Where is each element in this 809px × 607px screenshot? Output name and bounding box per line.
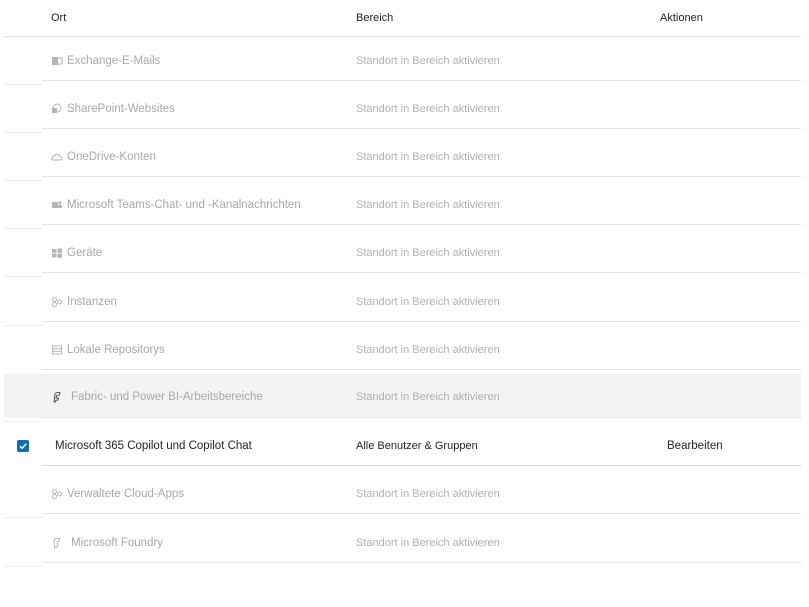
table-row[interactable]: Exchange-E-Mails Standort in Bereich akt… [4, 41, 801, 81]
column-header-scope[interactable]: Bereich [356, 12, 393, 24]
location-label: Geräte [67, 247, 103, 259]
table-row[interactable]: Verwaltete Cloud-Apps Standort in Bereic… [4, 474, 801, 514]
table-row-selected[interactable]: Microsoft 365 Copilot und Copilot Chat A… [4, 426, 801, 466]
location-label: Instanzen [67, 296, 117, 308]
location-label: Verwaltete Cloud-Apps [67, 488, 184, 500]
location-label: Exchange-E-Mails [67, 55, 161, 67]
scope-text: Standort in Bereich aktivieren [356, 103, 500, 115]
scope-text: Alle Benutzer & Gruppen [356, 440, 478, 452]
table-row[interactable]: Microsoft Foundry Standort in Bereich ak… [4, 522, 801, 563]
sharepoint-icon [51, 103, 63, 115]
scope-text: Standort in Bereich aktivieren [356, 296, 500, 308]
column-header-location[interactable]: Ort [51, 12, 66, 24]
location-label: Lokale Repositorys [67, 344, 165, 356]
table-row[interactable]: SharePoint-Websites Standort in Bereich … [4, 89, 801, 129]
repository-icon [51, 344, 63, 356]
table-row[interactable]: Microsoft Teams-Chat- und -Kanalnachrich… [4, 185, 801, 225]
instances-icon [51, 296, 63, 308]
onedrive-icon [51, 151, 63, 163]
table-row[interactable]: Geräte Standort in Bereich aktivieren [4, 233, 801, 273]
location-label: Fabric- und Power BI-Arbeitsbereiche [71, 391, 263, 403]
location-label: Microsoft 365 Copilot und Copilot Chat [55, 440, 252, 452]
table-header: Ort Bereich Aktionen [4, 0, 801, 37]
location-label: Microsoft Teams-Chat- und -Kanalnachrich… [67, 199, 301, 211]
location-label: OneDrive-Konten [67, 151, 156, 163]
table-row[interactable]: OneDrive-Konten Standort in Bereich akti… [4, 137, 801, 177]
scope-text: Standort in Bereich aktivieren [356, 537, 500, 549]
windows-devices-icon [51, 247, 63, 259]
row-checkbox[interactable] [17, 440, 29, 452]
scope-text: Standort in Bereich aktivieren [356, 199, 500, 211]
location-label: SharePoint-Websites [67, 103, 175, 115]
location-label: Microsoft Foundry [71, 537, 164, 549]
cloud-apps-icon [51, 488, 63, 500]
scope-text: Standort in Bereich aktivieren [356, 55, 500, 67]
exchange-icon [51, 55, 63, 67]
table-row[interactable]: Lokale Repositorys Standort in Bereich a… [4, 330, 801, 370]
foundry-icon [51, 537, 63, 549]
scope-text: Standort in Bereich aktivieren [356, 344, 500, 356]
scope-text: Standort in Bereich aktivieren [356, 151, 500, 163]
scope-text: Standort in Bereich aktivieren [356, 488, 500, 500]
table-row[interactable]: Instanzen Standort in Bereich aktivieren [4, 282, 801, 322]
checkmark-icon [19, 443, 27, 450]
scope-text: Standort in Bereich aktivieren [356, 247, 500, 259]
column-header-actions: Aktionen [660, 12, 703, 24]
teams-icon [51, 199, 63, 211]
fabric-icon [51, 391, 63, 403]
table-row[interactable]: Fabric- und Power BI-Arbeitsbereiche Sta… [4, 374, 801, 418]
edit-link[interactable]: Bearbeiten [667, 440, 723, 452]
scope-text: Standort in Bereich aktivieren [356, 391, 500, 403]
